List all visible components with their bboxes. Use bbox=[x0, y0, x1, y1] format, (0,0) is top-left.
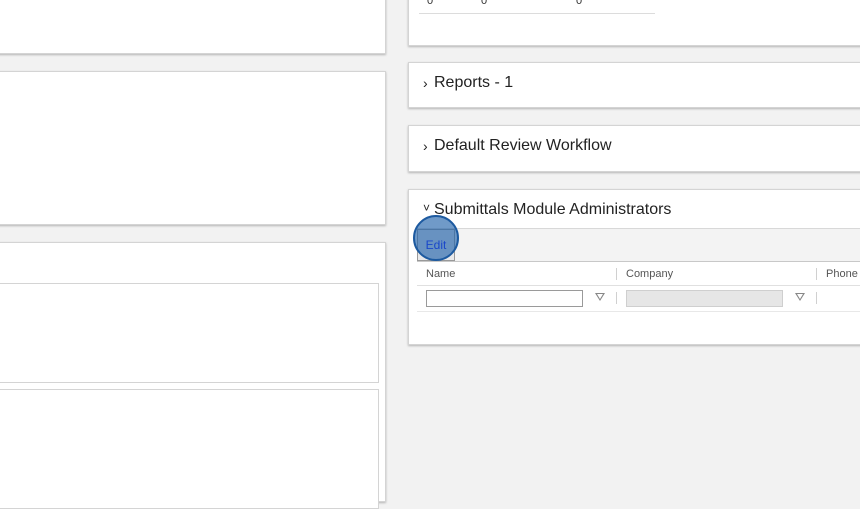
left-inner-box-1 bbox=[0, 283, 379, 383]
chevron-right-icon: › bbox=[423, 138, 428, 154]
left-inner-box-2 bbox=[0, 389, 379, 509]
admins-grid-header: Name Company Phone bbox=[417, 262, 860, 286]
workflow-accordion-title: Default Review Workflow bbox=[434, 137, 612, 154]
admins-filter-row bbox=[417, 286, 860, 312]
reports-accordion-header[interactable]: › Reports - 1 bbox=[423, 74, 513, 92]
workflow-accordion: › Default Review Workflow bbox=[408, 125, 860, 172]
filter-icon[interactable] bbox=[795, 293, 805, 301]
admins-toolbar: Edit bbox=[413, 215, 860, 262]
name-filter-input[interactable] bbox=[426, 290, 583, 307]
column-separator[interactable] bbox=[816, 268, 817, 280]
value-cell: 0 bbox=[427, 0, 434, 7]
value-cell: 0 bbox=[576, 0, 583, 7]
column-header-company[interactable]: Company bbox=[626, 268, 673, 280]
column-separator[interactable] bbox=[616, 268, 617, 280]
filter-icon[interactable] bbox=[595, 293, 605, 301]
chevron-right-icon: › bbox=[423, 75, 428, 91]
values-row: 0 0 0 bbox=[419, 0, 655, 14]
left-panel-middle bbox=[0, 71, 386, 225]
reports-accordion: › Reports - 1 bbox=[408, 62, 860, 108]
value-cell: 0 bbox=[481, 0, 488, 7]
company-filter-input[interactable] bbox=[626, 290, 783, 307]
column-header-phone[interactable]: Phone bbox=[826, 268, 858, 280]
chevron-down-icon: ˅ bbox=[423, 201, 431, 215]
edit-button-label[interactable]: Edit bbox=[417, 229, 455, 261]
left-panel-bottom bbox=[0, 242, 386, 509]
column-header-name[interactable]: Name bbox=[426, 268, 455, 280]
admins-accordion-title: Submittals Module Administrators bbox=[434, 201, 672, 218]
admins-accordion: ˅ Submittals Module Administrators Edit … bbox=[408, 189, 860, 345]
column-separator bbox=[616, 292, 617, 304]
left-panel-top bbox=[0, 0, 386, 54]
column-separator bbox=[816, 292, 817, 304]
right-panel-top: 0 0 0 bbox=[408, 0, 860, 46]
admins-accordion-header[interactable]: ˅ Submittals Module Administrators bbox=[423, 201, 671, 219]
reports-accordion-title: Reports - 1 bbox=[434, 74, 514, 91]
workflow-accordion-header[interactable]: › Default Review Workflow bbox=[423, 137, 612, 155]
